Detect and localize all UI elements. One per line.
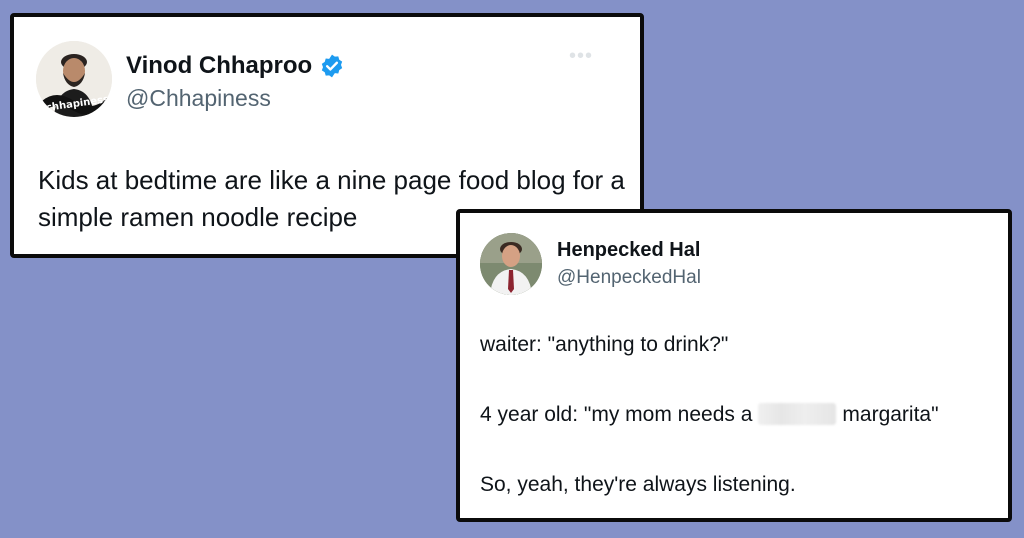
tweet-text-line: waiter: "anything to drink?" [480,333,729,356]
display-name[interactable]: Henpecked Hal [557,239,700,262]
avatar[interactable]: chhapiness [36,41,112,117]
tweet-text-line: 4 year old: "my mom needs a margarita" [480,403,939,427]
tweet-text-segment: margarita" [842,403,939,426]
username-handle[interactable]: @Chhapiness [126,85,271,112]
username-handle[interactable]: @HenpeckedHal [557,267,701,289]
verified-badge-icon [321,54,343,78]
avatar[interactable] [480,233,542,295]
tweet-text-segment: 4 year old: "my mom needs a [480,403,753,426]
more-options-icon[interactable]: ••• [569,45,593,68]
display-name[interactable]: Vinod Chhaproo [126,52,312,80]
tweet-card-hal: Henpecked Hal @HenpeckedHal waiter: "any… [456,209,1012,522]
tweet-text-line: So, yeah, they're always listening. [480,473,796,496]
censored-word-blur [758,403,837,425]
